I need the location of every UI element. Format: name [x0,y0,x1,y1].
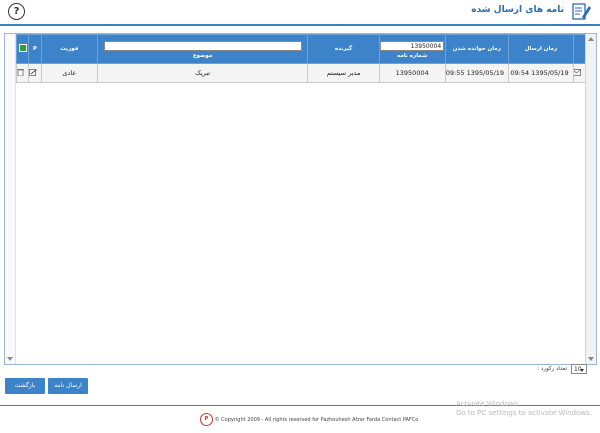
edit-cell[interactable] [28,63,42,83]
envelope-icon[interactable] [573,68,581,76]
pager: تعداد رکورد : 10 [4,364,595,376]
table-row[interactable]: عادی تبریک مدیر سیستم 13950004 1395/05/1… [15,63,587,83]
letters-table: P فوریت موضوع گیرنده شماره نامه زمان خوا… [15,34,587,83]
footer: P © Copyright 2009 - All rights reserved… [200,413,418,426]
scroll-down-arrow-icon[interactable] [588,357,594,361]
send-letter-button[interactable]: ارسال نامه [48,378,88,394]
letter-number-filter-input[interactable] [380,41,445,51]
header-subject-cell: موضوع [96,34,309,64]
cell-recipient: مدیر سیستم [307,63,380,83]
title-bar: نامه های ارسال شده ? [0,0,600,26]
header-recipient[interactable]: گیرنده [307,34,380,64]
cell-subject: تبریک [96,63,309,83]
watermark-line-1: Activate Windows [456,400,519,408]
cell-urgency: عادی [40,63,98,83]
header-blank [572,34,587,64]
watermark-line-2: Go to PC settings to activate Windows. [456,409,592,417]
cell-letter-number: 13950004 [378,63,446,83]
back-button[interactable]: بازگشت [5,378,45,394]
scroll-up-arrow-icon[interactable] [588,37,594,41]
edit-document-icon [572,3,591,20]
cell-read-time: 1395/05/19 09:55 [444,63,510,83]
header-read-time[interactable]: زمان خوانده شدن [444,34,510,64]
header-letter-number[interactable]: شماره نامه [397,53,427,59]
table-header-row: P فوریت موضوع گیرنده شماره نامه زمان خوا… [15,34,587,64]
letters-grid: P فوریت موضوع گیرنده شماره نامه زمان خوا… [4,33,597,365]
header-flag-cell [15,34,30,64]
green-flag-icon [18,44,27,52]
header-send-time[interactable]: زمان ارسال [508,34,574,64]
activation-watermark: Activate Windows Go to PC settings to ac… [456,400,592,418]
trash-icon[interactable] [17,68,25,77]
page-size-select[interactable]: 10 [571,364,587,374]
header-pin[interactable]: P [28,34,42,64]
delete-cell[interactable] [15,63,30,83]
copyright-text: © Copyright 2009 - All rights reserved f… [214,417,381,423]
subject-filter-input[interactable] [103,41,302,51]
contact-link[interactable]: Contact PAFCo [382,417,419,423]
envelope-cell[interactable] [572,63,587,83]
page-title: نامه های ارسال شده [471,5,564,15]
grid-side-strip [5,34,16,364]
vertical-scrollbar[interactable] [585,34,596,364]
help-icon[interactable]: ? [8,3,25,20]
page-size-label: تعداد رکورد : [537,366,567,372]
header-letter-number-cell: شماره نامه [378,34,446,64]
edit-icon[interactable] [29,68,37,76]
company-logo: P [200,413,213,426]
header-urgency[interactable]: فوریت [40,34,98,64]
header-subject[interactable]: موضوع [193,53,212,59]
cell-send-time: 1395/05/19 09:54 [508,63,574,83]
scroll-down-arrow-icon[interactable] [7,357,13,361]
